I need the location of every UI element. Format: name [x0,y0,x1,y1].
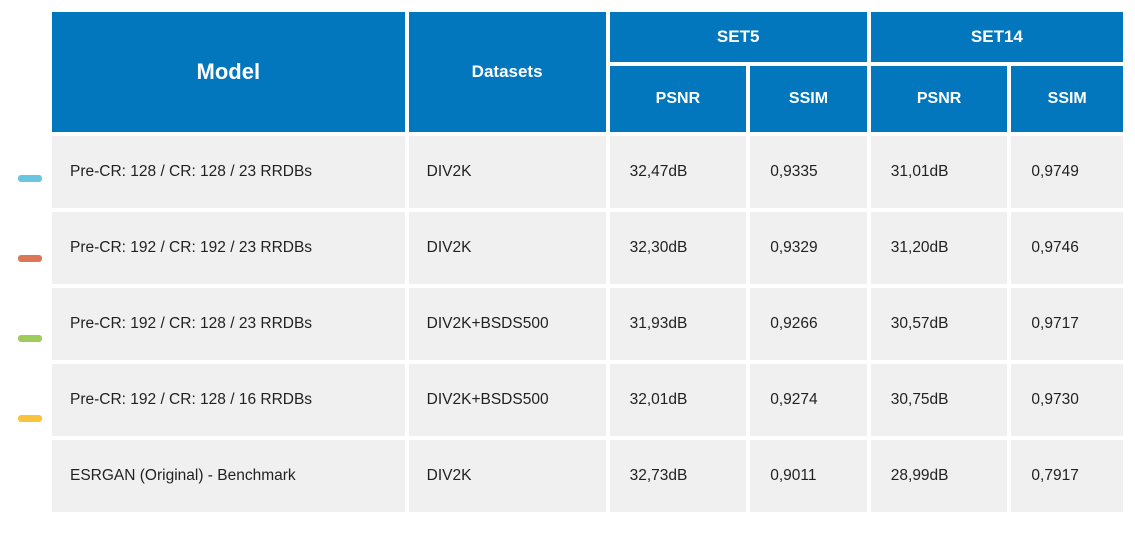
results-table-container: Model Datasets SET5 SET14 PSNR SSIM PSNR… [10,10,1125,538]
cell-set14-ssim: 0,9717 [1009,286,1125,362]
cell-set5-ssim: 0,9335 [748,134,869,210]
cell-set5-ssim: 0,9266 [748,286,869,362]
cell-datasets: DIV2K+BSDS500 [407,286,608,362]
cell-datasets: DIV2K+BSDS500 [407,362,608,438]
marker-wrap [10,458,50,538]
row-marker [18,495,42,502]
cell-set5-psnr: 32,30dB [608,210,749,286]
cell-set5-psnr: 32,47dB [608,134,749,210]
cell-set5-ssim: 0,9274 [748,362,869,438]
cell-set14-psnr: 31,20dB [869,210,1010,286]
marker-wrap [10,298,50,378]
cell-set5-psnr: 32,73dB [608,438,749,514]
marker-wrap [10,218,50,298]
table-row: Pre-CR: 128 / CR: 128 / 23 RRDBs DIV2K 3… [50,134,1125,210]
col-header-set5: SET5 [608,10,869,64]
row-marker [18,335,42,342]
row-marker [18,255,42,262]
col-header-datasets: Datasets [407,10,608,134]
col-header-set14-ssim: SSIM [1009,64,1125,134]
marker-wrap [10,378,50,458]
col-header-set5-psnr: PSNR [608,64,749,134]
header-row-groups: Model Datasets SET5 SET14 [50,10,1125,64]
cell-set14-psnr: 30,57dB [869,286,1010,362]
cell-set14-psnr: 31,01dB [869,134,1010,210]
cell-set14-ssim: 0,9730 [1009,362,1125,438]
cell-model: Pre-CR: 192 / CR: 128 / 23 RRDBs [50,286,407,362]
cell-set14-ssim: 0,7917 [1009,438,1125,514]
cell-set14-psnr: 30,75dB [869,362,1010,438]
cell-set14-ssim: 0,9749 [1009,134,1125,210]
row-markers-column [10,10,50,538]
cell-set5-psnr: 31,93dB [608,286,749,362]
col-header-model: Model [50,10,407,134]
col-header-set14: SET14 [869,10,1125,64]
results-table: Model Datasets SET5 SET14 PSNR SSIM PSNR… [50,10,1125,514]
col-header-set14-psnr: PSNR [869,64,1010,134]
cell-model: Pre-CR: 128 / CR: 128 / 23 RRDBs [50,134,407,210]
table-row: Pre-CR: 192 / CR: 192 / 23 RRDBs DIV2K 3… [50,210,1125,286]
marker-wrap [10,138,50,218]
table-row: Pre-CR: 192 / CR: 128 / 16 RRDBs DIV2K+B… [50,362,1125,438]
cell-set14-psnr: 28,99dB [869,438,1010,514]
cell-datasets: DIV2K [407,210,608,286]
col-header-set5-ssim: SSIM [748,64,869,134]
table-row: ESRGAN (Original) - Benchmark DIV2K 32,7… [50,438,1125,514]
cell-datasets: DIV2K [407,134,608,210]
cell-model: ESRGAN (Original) - Benchmark [50,438,407,514]
cell-set5-ssim: 0,9011 [748,438,869,514]
cell-model: Pre-CR: 192 / CR: 128 / 16 RRDBs [50,362,407,438]
row-marker [18,415,42,422]
row-marker [18,175,42,182]
cell-model: Pre-CR: 192 / CR: 192 / 23 RRDBs [50,210,407,286]
cell-set14-ssim: 0,9746 [1009,210,1125,286]
cell-datasets: DIV2K [407,438,608,514]
table-row: Pre-CR: 192 / CR: 128 / 23 RRDBs DIV2K+B… [50,286,1125,362]
cell-set5-ssim: 0,9329 [748,210,869,286]
cell-set5-psnr: 32,01dB [608,362,749,438]
